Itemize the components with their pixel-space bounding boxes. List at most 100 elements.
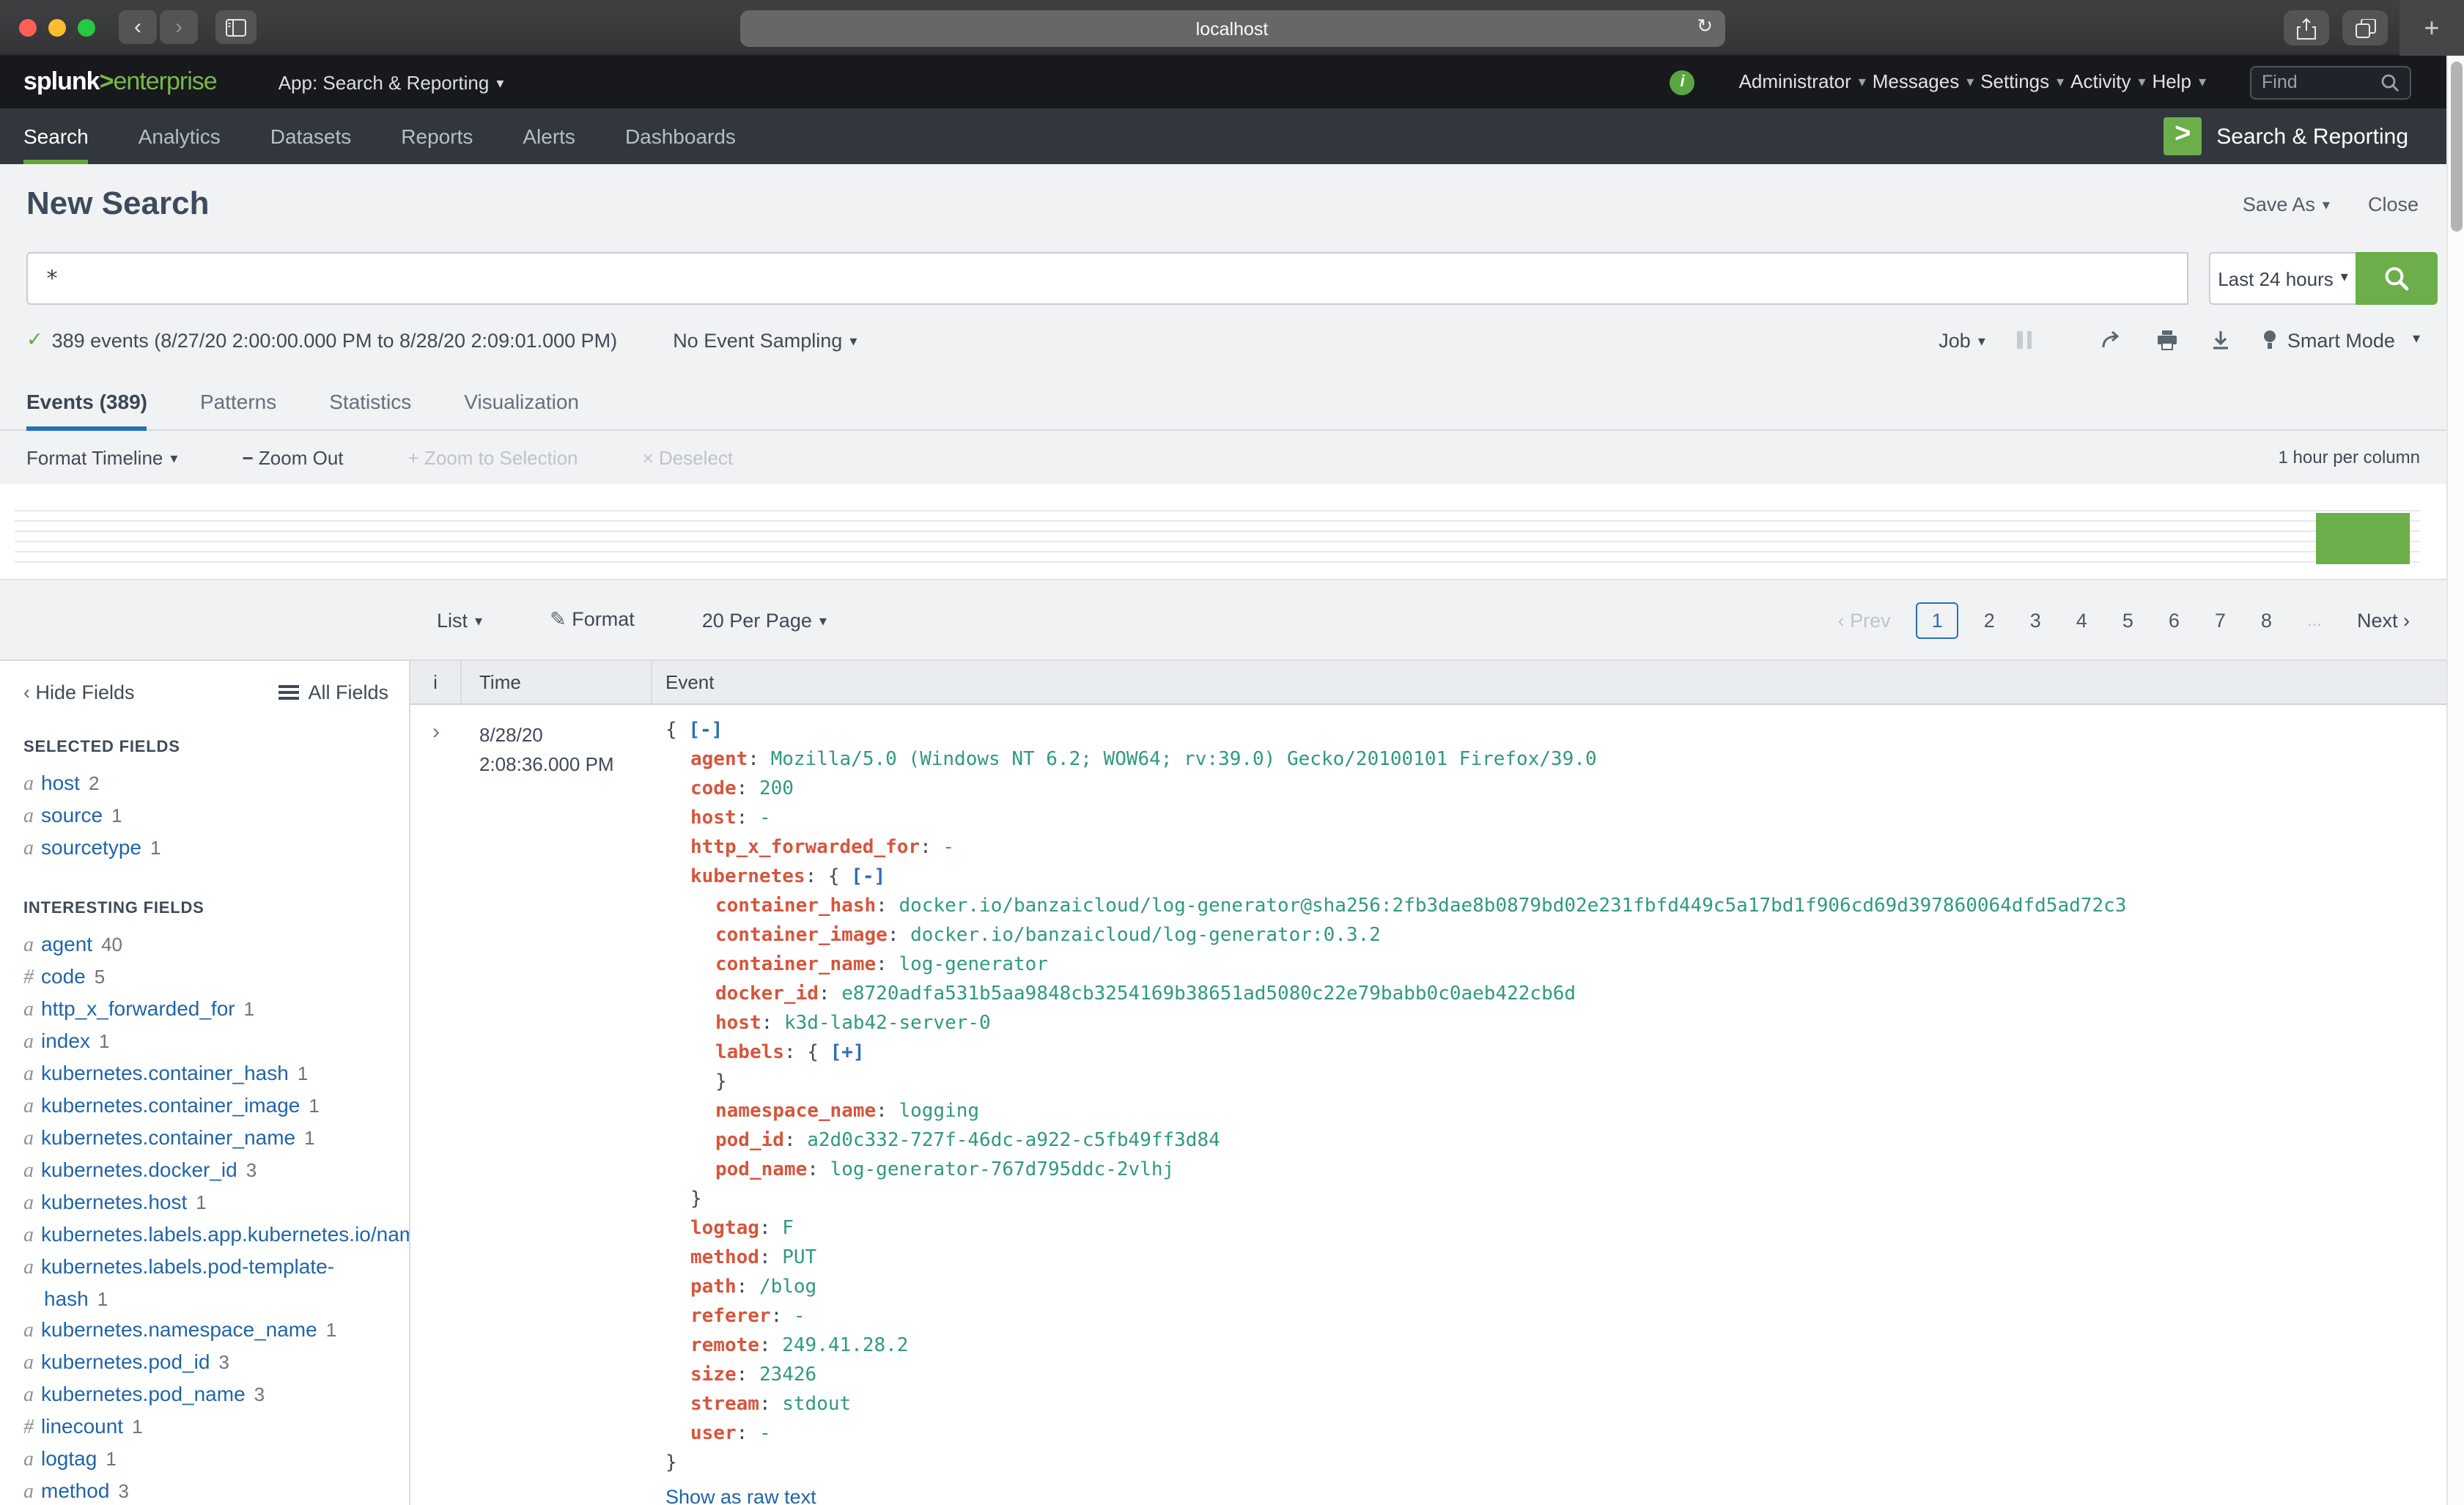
json-key[interactable]: labels <box>715 1042 807 1064</box>
address-bar[interactable]: localhost ↻ <box>739 10 1725 47</box>
event-time-cell[interactable]: 8/28/20 2:08:36.000 PM <box>462 705 652 1505</box>
hide-fields-button[interactable]: Hide Fields <box>23 681 135 703</box>
json-value[interactable]: 23426 <box>759 1364 816 1386</box>
app-badge[interactable]: > Search & Reporting <box>2164 108 2464 164</box>
field-item[interactable]: asourcetype1 <box>23 832 388 865</box>
json-value[interactable]: docker.io/banzaicloud/log-generator:0.3.… <box>910 925 1381 947</box>
zoom-to-selection-button[interactable]: Zoom to Selection <box>408 446 578 468</box>
result-tab[interactable]: Statistics <box>329 378 411 431</box>
field-item[interactable]: akubernetes.container_image1 <box>23 1090 388 1123</box>
json-key[interactable]: host <box>715 1013 784 1035</box>
json-value[interactable]: 200 <box>759 778 794 800</box>
find-input[interactable] <box>2262 72 2380 92</box>
json-key[interactable]: size <box>690 1364 759 1386</box>
topnav-menu-item[interactable]: Help <box>2152 70 2206 92</box>
json-key[interactable]: agent <box>690 749 771 771</box>
field-item[interactable]: akubernetes.host1 <box>23 1187 388 1219</box>
page-number-link[interactable]: 8 <box>2251 604 2282 635</box>
json-key[interactable]: pod_id <box>715 1130 807 1152</box>
list-view-menu[interactable]: List <box>437 609 482 631</box>
field-item[interactable]: ahost2 <box>23 768 388 800</box>
page-number-link[interactable]: 2 <box>1974 604 2005 635</box>
app-nav-tab[interactable]: Alerts <box>523 108 575 164</box>
reload-icon[interactable]: ↻ <box>1697 15 1713 38</box>
json-key[interactable]: http_x_forwarded_for <box>690 837 943 859</box>
json-key[interactable]: container_image <box>715 925 910 947</box>
json-collapse-toggle[interactable]: [-] <box>851 866 885 888</box>
json-key[interactable]: path <box>690 1276 759 1298</box>
field-item[interactable]: #linecount1 <box>23 1411 388 1443</box>
field-item[interactable]: akubernetes.container_hash1 <box>23 1058 388 1090</box>
per-page-menu[interactable]: 20 Per Page <box>702 609 827 631</box>
job-menu[interactable]: Job <box>1939 329 1985 351</box>
share-job-button[interactable] <box>2101 330 2125 350</box>
result-tab[interactable]: Patterns <box>200 378 276 431</box>
json-key[interactable]: user <box>690 1423 759 1445</box>
json-value[interactable]: e8720adfa531b5aa9848cb3254169b38651ad508… <box>841 983 1576 1005</box>
close-window-button[interactable] <box>19 18 37 36</box>
json-key[interactable]: namespace_name <box>715 1101 899 1123</box>
field-item[interactable]: aagent40 <box>23 929 388 961</box>
show-raw-text-link[interactable]: Show as raw text <box>665 1486 816 1505</box>
save-as-button[interactable]: Save As <box>2243 193 2330 215</box>
new-tab-button[interactable]: + <box>2400 0 2464 56</box>
field-item[interactable]: akubernetes.namespace_name1 <box>23 1314 388 1347</box>
json-value[interactable]: PUT <box>782 1247 816 1269</box>
all-fields-button[interactable]: All Fields <box>279 681 388 703</box>
app-nav-tab[interactable]: Search <box>23 108 89 164</box>
timeline-histogram[interactable] <box>0 484 2464 580</box>
json-value[interactable]: log-generator <box>899 954 1048 976</box>
result-tab[interactable]: Visualization <box>464 378 579 431</box>
page-number-link[interactable]: 1 <box>1916 602 1959 638</box>
json-value[interactable]: logging <box>899 1101 979 1123</box>
page-number-link[interactable]: ... <box>2297 605 2332 635</box>
json-key[interactable]: remote <box>690 1335 782 1357</box>
deselect-button[interactable]: Deselect <box>643 446 734 468</box>
json-collapse-toggle[interactable]: [+] <box>830 1042 865 1064</box>
app-nav-tab[interactable]: Dashboards <box>625 108 736 164</box>
search-query-input[interactable] <box>26 252 2188 305</box>
json-value[interactable]: a2d0c332-727f-46dc-a922-c5fb49ff3d84 <box>807 1130 1220 1152</box>
json-value[interactable]: log-generator-767d795ddc-2vlhj <box>830 1159 1175 1181</box>
app-nav-tab[interactable]: Analytics <box>139 108 221 164</box>
page-number-link[interactable]: 5 <box>2112 604 2144 635</box>
share-button[interactable] <box>2284 10 2329 45</box>
page-number-link[interactable]: 7 <box>2205 604 2236 635</box>
json-value[interactable]: stdout <box>782 1394 851 1416</box>
app-menu[interactable]: App: Search & Reporting <box>279 71 504 93</box>
field-item[interactable]: akubernetes.pod_id3 <box>23 1347 388 1379</box>
json-key[interactable]: docker_id <box>715 983 841 1005</box>
json-collapse-toggle[interactable]: [-] <box>688 720 723 742</box>
result-tab[interactable]: Events (389) <box>26 378 147 431</box>
pause-button[interactable] <box>2018 331 2037 349</box>
splunk-logo[interactable]: splunk>enterprise <box>23 67 217 97</box>
page-number-link[interactable]: 6 <box>2158 604 2190 635</box>
page-number-link[interactable]: 4 <box>2066 604 2098 635</box>
json-value[interactable]: - <box>759 807 771 829</box>
json-key[interactable]: container_hash <box>715 895 899 917</box>
field-item[interactable]: alogtag1 <box>23 1443 388 1476</box>
field-item[interactable]: akubernetes.docker_id3 <box>23 1155 388 1187</box>
json-key[interactable]: method <box>690 1247 782 1269</box>
json-value[interactable]: - <box>759 1423 771 1445</box>
search-mode-menu[interactable]: Smart Mode <box>2264 329 2420 351</box>
field-item[interactable]: akubernetes.labels.pod-template-hash1 <box>23 1251 388 1314</box>
field-item[interactable]: akubernetes.labels.app.kubernetes.io/nam… <box>23 1219 388 1251</box>
json-value[interactable]: - <box>943 837 954 859</box>
export-button[interactable] <box>2211 330 2232 350</box>
field-item[interactable]: akubernetes.pod_name3 <box>23 1379 388 1411</box>
json-key[interactable]: pod_name <box>715 1159 830 1181</box>
time-range-picker[interactable]: Last 24 hours <box>2209 252 2356 305</box>
json-value[interactable]: Mozilla/5.0 (Windows NT 6.2; WOW64; rv:3… <box>771 749 1597 771</box>
field-item[interactable]: ahttp_x_forwarded_for1 <box>23 994 388 1026</box>
topnav-menu-item[interactable]: Messages <box>1873 70 1974 92</box>
field-item[interactable]: aindex1 <box>23 1026 388 1058</box>
zoom-window-button[interactable] <box>78 18 95 36</box>
browser-back-button[interactable]: ‹ <box>119 10 157 44</box>
event-sampling-menu[interactable]: No Event Sampling <box>673 329 857 351</box>
json-key[interactable]: container_name <box>715 954 899 976</box>
json-key[interactable]: referer <box>690 1306 794 1328</box>
scrollbar-thumb[interactable] <box>2450 62 2462 232</box>
topnav-menu-item[interactable]: Administrator <box>1739 70 1866 92</box>
page-scrollbar[interactable] <box>2446 56 2464 1505</box>
